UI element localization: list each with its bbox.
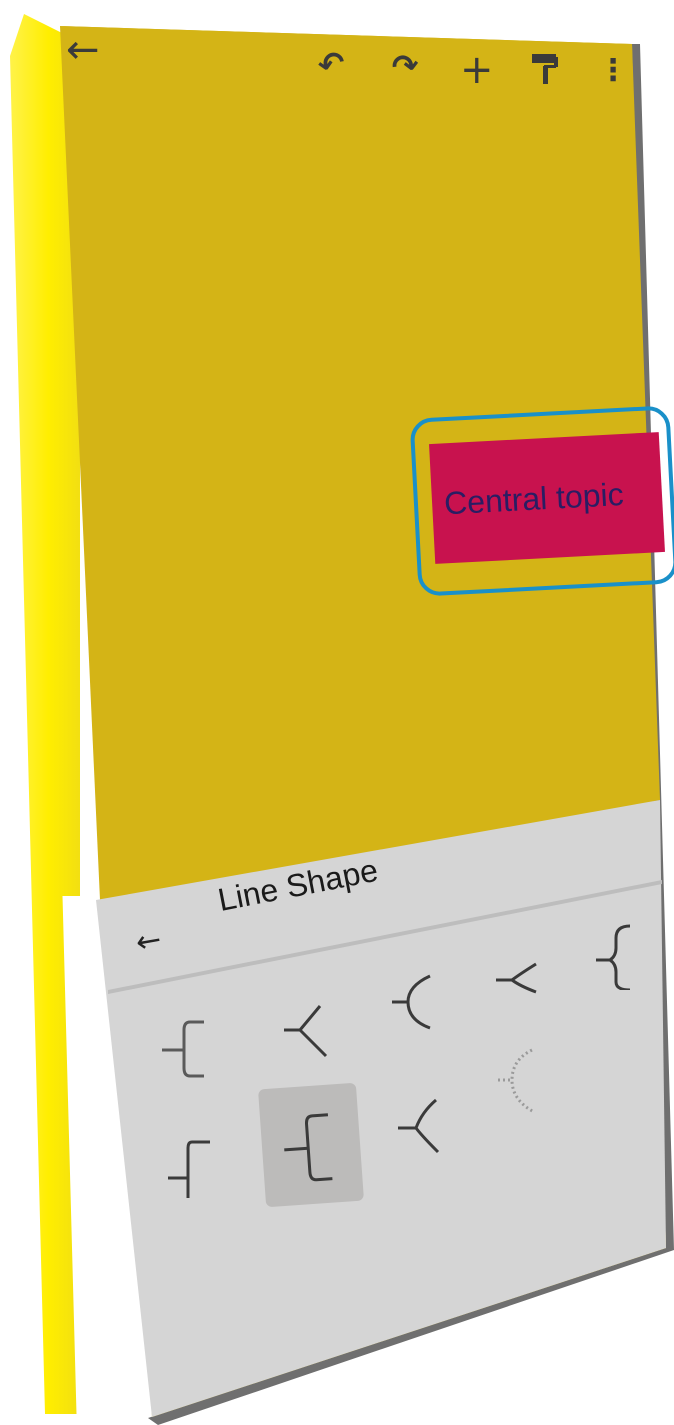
more-vertical-icon[interactable]: ⋮	[598, 56, 628, 86]
add-icon[interactable]: +	[460, 50, 494, 90]
paint-roller-icon[interactable]	[530, 52, 560, 91]
undo-icon[interactable]: ↶	[315, 43, 348, 85]
back-arrow-icon[interactable]: ←	[66, 30, 100, 70]
central-topic-node[interactable]: Central topic	[429, 432, 665, 564]
device-stage: ← ↶ ↷ + ⋮ Central topic ← Line Shape	[0, 0, 674, 1425]
line-shape-curve-dotted[interactable]	[492, 1046, 562, 1116]
line-shape-bracket-straight[interactable]	[258, 1082, 364, 1208]
line-shape-brace-curly[interactable]	[166, 1128, 236, 1198]
line-shape-y-fork[interactable]	[390, 968, 460, 1038]
line-shape-bracket-elbow[interactable]	[270, 990, 340, 1060]
line-shape-brace-right-top[interactable]	[160, 1010, 230, 1080]
central-topic-label: Central topic	[443, 475, 625, 521]
redo-icon[interactable]: ↷	[389, 45, 421, 86]
line-shape-bracket-rounded[interactable]	[392, 1090, 462, 1160]
line-shape-arrow-fork[interactable]	[590, 920, 660, 990]
line-shape-curve[interactable]	[490, 950, 560, 1020]
